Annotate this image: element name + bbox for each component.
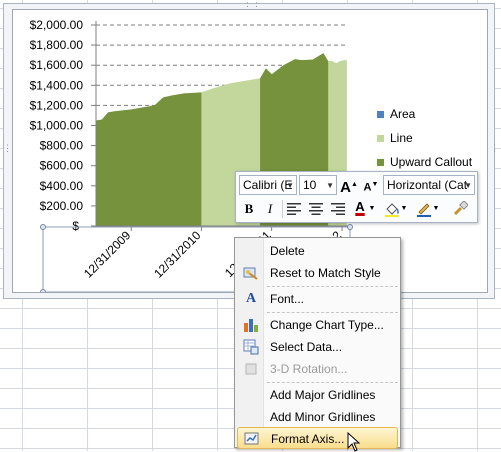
chart-type-icon: [243, 317, 259, 333]
bold-icon: B: [244, 201, 254, 216]
fill-color-dropdown-button[interactable]: ▼: [400, 199, 408, 219]
font-size-combobox[interactable]: 10 ▼: [299, 175, 337, 195]
y-tick-label: $-: [72, 219, 83, 233]
menu-item-format-axis[interactable]: Format Axis...: [237, 427, 398, 449]
context-menu: Delete Reset to Match Style A Font... Ch…: [234, 237, 401, 449]
chevron-down-icon: ▼: [286, 181, 294, 190]
grow-font-icon: A: [340, 179, 351, 196]
legend-label-line: Line: [390, 131, 413, 145]
italic-icon: I: [267, 201, 273, 216]
legend-swatch-line: [377, 134, 384, 142]
chevron-down-icon: ▼: [464, 181, 472, 190]
chart-legend[interactable]: Area Line Upward Callout: [377, 102, 472, 174]
y-tick-label: $2,000.00: [30, 18, 84, 32]
menu-item-label: Select Data...: [270, 340, 343, 354]
line-color-button[interactable]: [414, 199, 434, 219]
y-tick-label: $400.00: [40, 179, 84, 193]
menu-separator: [267, 312, 398, 313]
series-upward-callout-area: [96, 92, 202, 227]
bold-button[interactable]: B: [239, 199, 259, 219]
italic-button[interactable]: I: [260, 199, 280, 219]
y-tick-label: $600.00: [40, 159, 84, 173]
resize-handle-right-icon[interactable]: ⋮: [490, 144, 499, 153]
resize-handle-left-icon[interactable]: ⋮: [3, 144, 12, 153]
text-direction-combobox[interactable]: Horizontal (Cat ▼: [383, 175, 475, 195]
menu-item-add-major-gridlines[interactable]: Add Major Gridlines: [237, 384, 398, 406]
menu-item-label: Add Major Gridlines: [270, 388, 376, 402]
menu-item-select-data[interactable]: Select Data...: [237, 336, 398, 358]
y-tick-label: $1,200.00: [30, 98, 84, 112]
reset-style-icon: [243, 265, 259, 281]
menu-item-label: Add Minor Gridlines: [270, 410, 376, 424]
x-tick-label: 12/31/2009: [81, 228, 134, 281]
menu-item-reset-to-match-style[interactable]: Reset to Match Style: [237, 262, 398, 284]
menu-separator: [267, 382, 398, 383]
font-name-combobox[interactable]: Calibri (E ▼: [239, 175, 297, 195]
mini-toolbar: Calibri (E ▼ 10 ▼ A▲ A▼ Horizontal (Cat …: [235, 171, 478, 223]
toolbar-separator: [282, 200, 283, 218]
align-left-icon: [287, 203, 301, 215]
font-color-icon: A: [355, 199, 365, 214]
font-name-value: Calibri (E: [243, 178, 293, 192]
shrink-font-icon: A: [363, 181, 372, 194]
format-painter-icon: [453, 200, 469, 216]
menu-item-label: 3-D Rotation...: [270, 362, 348, 376]
selection-handle-icon: [40, 289, 46, 292]
selection-handle-icon: [40, 224, 46, 230]
fill-color-button[interactable]: [382, 199, 402, 219]
align-center-icon: [309, 203, 323, 215]
x-tick-label: 12/31/2010: [151, 228, 204, 281]
pencil-icon: [417, 203, 431, 217]
chevron-down-icon: ▼: [326, 181, 334, 190]
font-color-button[interactable]: A: [350, 197, 370, 217]
format-painter-button[interactable]: [450, 199, 470, 219]
chevron-down-icon: ▼: [400, 205, 408, 212]
menu-item-label: Delete: [270, 244, 305, 258]
align-right-icon: [331, 203, 345, 215]
y-tick-label: $200.00: [40, 199, 84, 213]
selection-handle-icon: [347, 224, 353, 230]
menu-item-delete[interactable]: Delete: [237, 240, 398, 262]
line-color-dropdown-button[interactable]: ▼: [432, 199, 440, 219]
format-axis-icon: [244, 431, 260, 447]
legend-label-area: Area: [390, 107, 416, 121]
align-center-button[interactable]: [306, 199, 326, 219]
y-tick-label: $1,600.00: [30, 58, 84, 72]
font-icon: A: [245, 291, 257, 306]
y-tick-label: $1,400.00: [30, 78, 84, 92]
legend-label-upward-callout: Upward Callout: [390, 155, 473, 169]
y-tick-label: $1,800.00: [30, 38, 84, 52]
mouse-pointer-icon: [347, 432, 361, 452]
shrink-font-button[interactable]: A▼: [361, 175, 381, 195]
align-right-button[interactable]: [328, 199, 348, 219]
menu-item-label: Font...: [270, 292, 305, 306]
menu-item-label: Reset to Match Style: [270, 266, 381, 280]
chevron-down-icon: ▼: [368, 205, 376, 212]
y-tick-label: $800.00: [40, 139, 84, 153]
menu-item-3d-rotation[interactable]: 3-D Rotation...: [237, 358, 398, 380]
menu-item-label: Change Chart Type...: [270, 318, 384, 332]
font-size-value: 10: [303, 178, 317, 192]
rotation-icon: [243, 361, 259, 377]
menu-item-label: Format Axis...: [271, 432, 345, 446]
legend-swatch-upward-callout: [377, 158, 384, 166]
legend-item-line[interactable]: Line: [377, 126, 472, 150]
menu-item-add-minor-gridlines[interactable]: Add Minor Gridlines: [237, 406, 398, 428]
grow-font-button[interactable]: A▲: [339, 175, 359, 196]
align-left-button[interactable]: [284, 199, 304, 219]
menu-item-font[interactable]: A Font...: [237, 288, 398, 310]
select-data-icon: [243, 339, 259, 355]
menu-item-change-chart-type[interactable]: Change Chart Type...: [237, 314, 398, 336]
text-direction-value: Horizontal (Cat: [387, 178, 468, 192]
font-color-dropdown-button[interactable]: ▼: [368, 199, 376, 219]
legend-item-area[interactable]: Area: [377, 102, 472, 126]
menu-separator: [267, 286, 398, 287]
legend-swatch-area: [377, 110, 384, 118]
chevron-down-icon: ▼: [432, 205, 440, 212]
paint-bucket-icon: [385, 203, 399, 217]
y-tick-label: $1,000.00: [30, 119, 84, 133]
